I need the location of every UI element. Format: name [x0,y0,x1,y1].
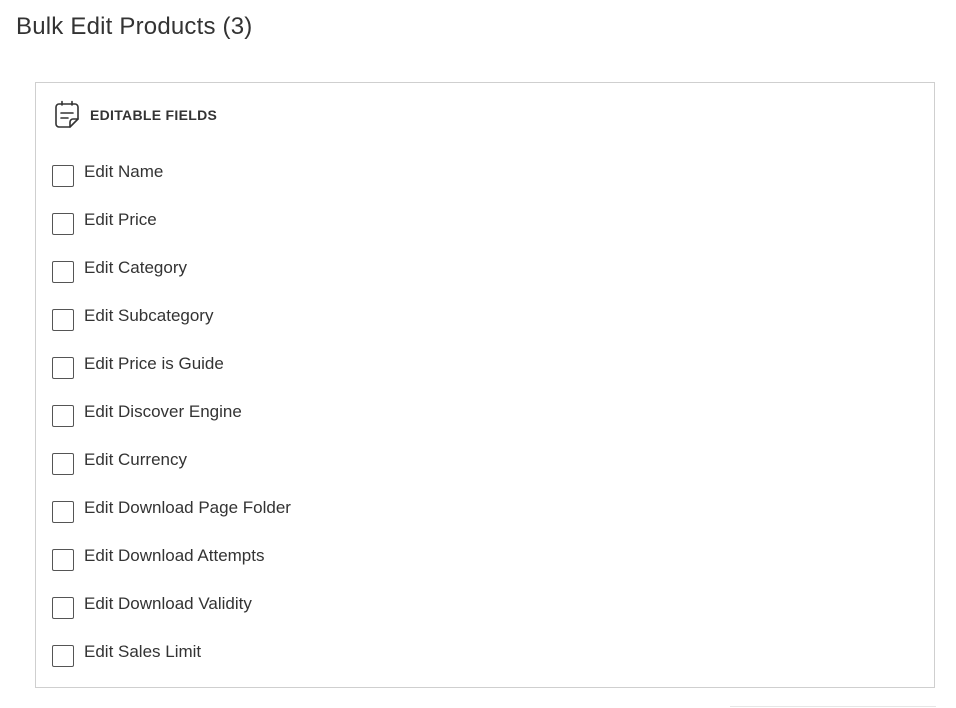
edit-download-page-folder-checkbox[interactable] [52,501,74,523]
edit-subcategory-label[interactable]: Edit Subcategory [84,305,213,327]
edit-download-validity-checkbox[interactable] [52,597,74,619]
notes-icon [53,100,81,130]
edit-name-checkbox[interactable] [52,165,74,187]
edit-sales-limit-label[interactable]: Edit Sales Limit [84,641,201,663]
panel-header: EDITABLE FIELDS [53,100,217,130]
edit-discover-engine-checkbox[interactable] [52,405,74,427]
edit-download-attempts-label[interactable]: Edit Download Attempts [84,545,264,567]
edit-download-attempts-checkbox[interactable] [52,549,74,571]
edit-currency-checkbox[interactable] [52,453,74,475]
page: Bulk Edit Products (3) EDITABLE FIELDS E… [0,0,956,708]
edit-price-checkbox[interactable] [52,213,74,235]
edit-discover-engine-label[interactable]: Edit Discover Engine [84,401,242,423]
edit-download-validity-label[interactable]: Edit Download Validity [84,593,252,615]
panel-title: EDITABLE FIELDS [90,107,218,123]
edit-price-is-guide-checkbox[interactable] [52,357,74,379]
edit-price-is-guide-label[interactable]: Edit Price is Guide [84,353,224,375]
divider [730,706,936,707]
edit-sales-limit-checkbox[interactable] [52,645,74,667]
edit-price-label[interactable]: Edit Price [84,209,157,231]
editable-fields-panel: EDITABLE FIELDS Edit Name Edit Price Edi… [35,82,935,688]
edit-name-label[interactable]: Edit Name [84,161,163,183]
edit-currency-label[interactable]: Edit Currency [84,449,187,471]
page-title: Bulk Edit Products (3) [16,13,253,40]
edit-category-checkbox[interactable] [52,261,74,283]
edit-category-label[interactable]: Edit Category [84,257,187,279]
edit-download-page-folder-label[interactable]: Edit Download Page Folder [84,497,291,519]
edit-subcategory-checkbox[interactable] [52,309,74,331]
